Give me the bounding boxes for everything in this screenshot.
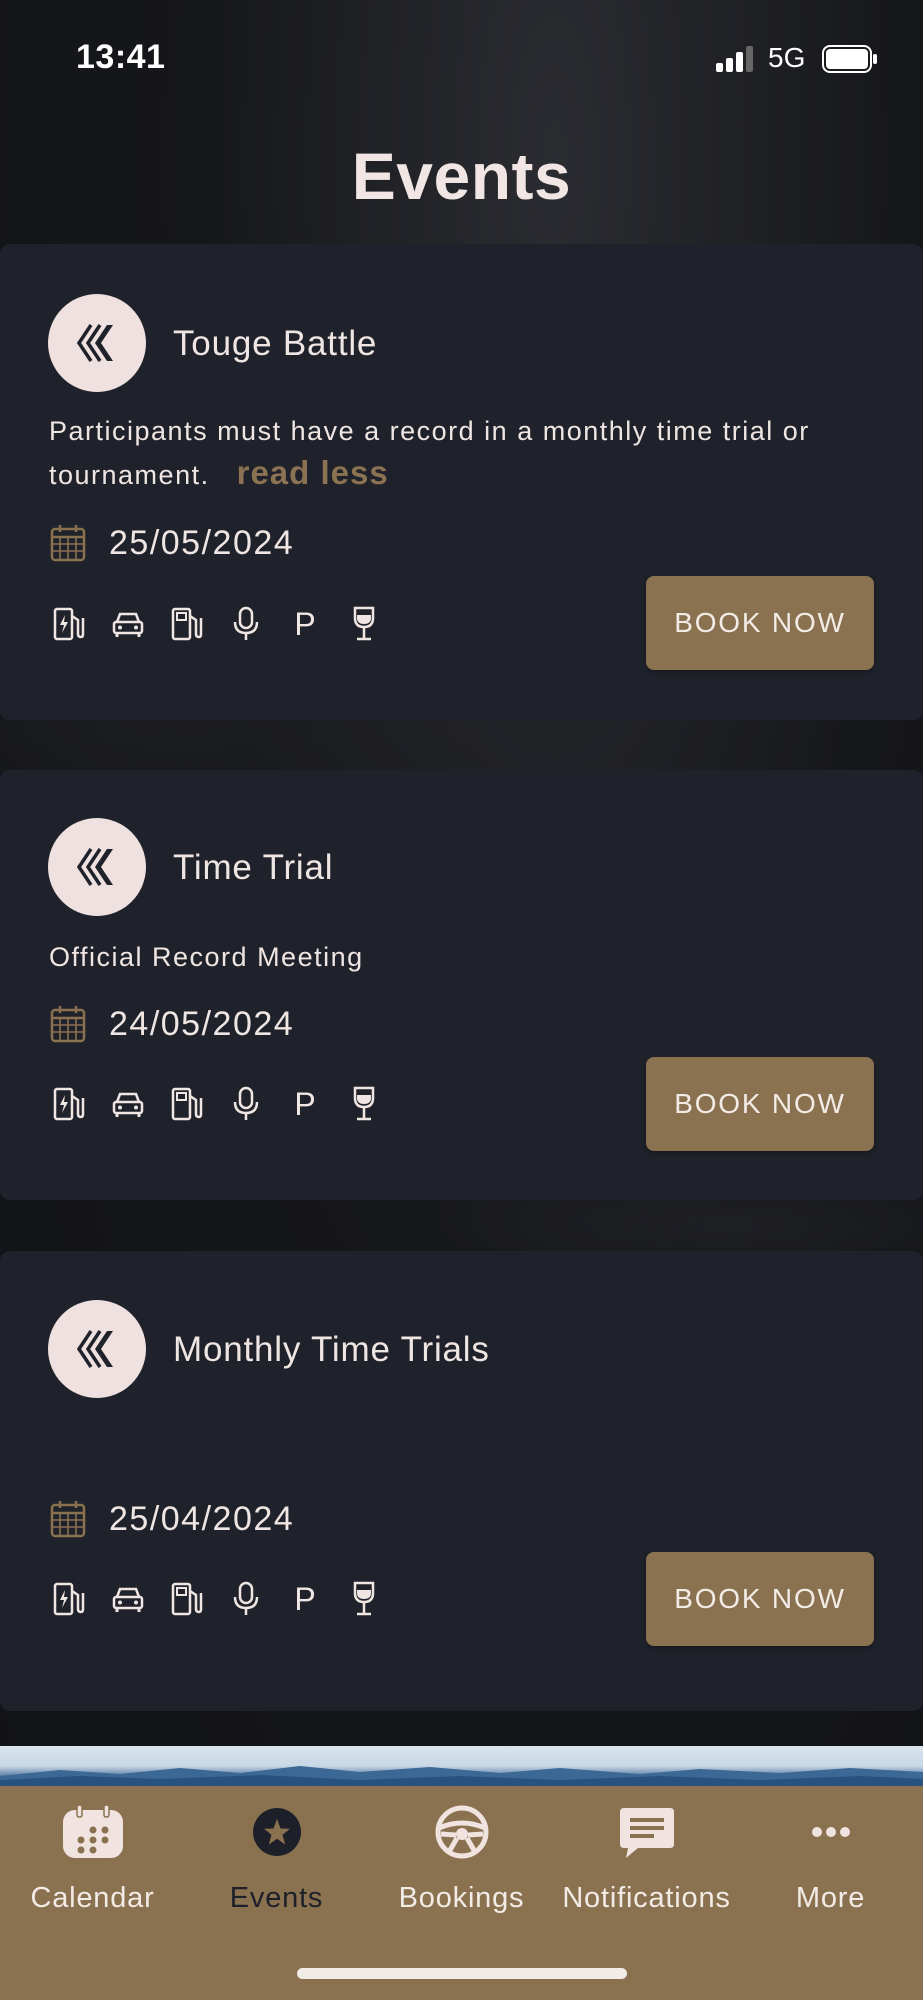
read-less-link[interactable]: read less	[237, 454, 389, 491]
event-name: Monthly Time Trials	[173, 1330, 490, 1369]
ev-charging-icon	[52, 606, 86, 642]
event-description-text: Participants must have a record in a mon…	[49, 416, 810, 490]
steering-wheel-icon	[435, 1805, 488, 1859]
calendar-icon	[62, 1804, 123, 1858]
wine-glass-icon	[347, 1581, 381, 1617]
mountains-graphic	[0, 1766, 923, 1786]
car-icon	[111, 1086, 145, 1122]
star-icon	[252, 1808, 301, 1856]
page-title: Events	[351, 139, 572, 213]
ev-charging-icon	[52, 1086, 86, 1122]
tab-events[interactable]: Events	[184, 1804, 369, 1914]
book-now-button[interactable]: BOOK NOW	[646, 576, 874, 670]
car-icon	[111, 1581, 145, 1617]
event-date: 25/04/2024	[109, 1500, 295, 1538]
event-date: 25/05/2024	[109, 524, 295, 562]
amenities-row: P	[52, 1086, 406, 1126]
tab-label: Notifications	[562, 1882, 731, 1914]
network-type: 5G	[768, 42, 806, 73]
event-card[interactable]: Time Trial Official Record Meeting 24/05…	[0, 770, 923, 1200]
event-card[interactable]: Monthly Time Trials 25/04/2024 P BOOK NO…	[0, 1251, 923, 1711]
banner-image	[0, 1746, 923, 1786]
event-date: 24/05/2024	[109, 1005, 295, 1043]
chevron-logo-icon	[76, 324, 113, 362]
event-name: Time Trial	[173, 848, 334, 887]
book-now-button[interactable]: BOOK NOW	[646, 1057, 874, 1151]
tab-notifications[interactable]: Notifications	[554, 1804, 739, 1914]
microphone-icon	[229, 1086, 263, 1122]
more-icon	[811, 1827, 850, 1837]
parking-icon: P	[294, 606, 316, 642]
amenities-row: P	[52, 606, 406, 646]
tab-more[interactable]: More	[738, 1804, 923, 1914]
event-logo	[48, 818, 146, 916]
event-card[interactable]: Touge Battle Participants must have a re…	[0, 244, 923, 720]
fuel-pump-icon	[170, 1086, 204, 1122]
calendar-icon	[50, 525, 86, 562]
tab-label: Calendar	[30, 1882, 155, 1914]
status-time: 13:41	[76, 38, 166, 76]
ev-charging-icon	[52, 1581, 86, 1617]
event-logo	[48, 294, 146, 392]
calendar-icon	[50, 1501, 86, 1538]
parking-icon: P	[294, 1581, 316, 1617]
amenities-row: P	[52, 1581, 406, 1621]
battery-icon	[822, 45, 877, 73]
chat-icon	[619, 1808, 674, 1858]
event-name: Touge Battle	[173, 324, 378, 363]
tab-label: Events	[229, 1882, 324, 1914]
home-indicator[interactable]	[297, 1968, 627, 1979]
calendar-icon	[50, 1006, 86, 1043]
wine-glass-icon	[347, 606, 381, 642]
book-now-button[interactable]: BOOK NOW	[646, 1552, 874, 1646]
event-description: Participants must have a record in a mon…	[49, 410, 879, 496]
tab-calendar[interactable]: Calendar	[0, 1804, 185, 1914]
fuel-pump-icon	[170, 606, 204, 642]
cellular-signal-icon	[716, 46, 753, 72]
tab-label: Bookings	[398, 1882, 525, 1914]
parking-icon: P	[294, 1086, 316, 1122]
tab-label: More	[795, 1882, 866, 1914]
car-icon	[111, 606, 145, 642]
wine-glass-icon	[347, 1086, 381, 1122]
fuel-pump-icon	[170, 1581, 204, 1617]
chevron-logo-icon	[76, 1330, 113, 1368]
tab-bookings[interactable]: Bookings	[369, 1804, 554, 1914]
event-description: Official Record Meeting	[49, 942, 364, 972]
event-logo	[48, 1300, 146, 1398]
microphone-icon	[229, 606, 263, 642]
status-bar: 13:41 5G	[0, 0, 923, 118]
microphone-icon	[229, 1581, 263, 1617]
chevron-logo-icon	[76, 848, 113, 886]
